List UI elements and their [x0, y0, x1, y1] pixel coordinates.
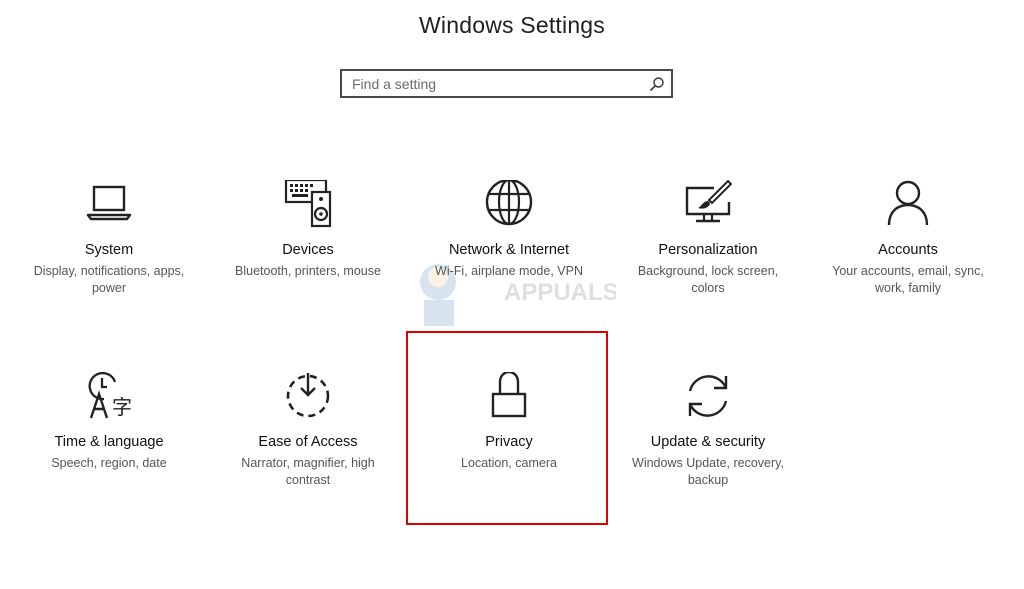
devices-icon	[284, 180, 332, 228]
tile-label: Devices	[282, 242, 334, 258]
tile-label: Personalization	[658, 242, 758, 258]
search-box[interactable]	[340, 69, 673, 98]
tile-description: Wi-Fi, airplane mode, VPN	[435, 264, 583, 278]
paintbrush-icon	[684, 180, 732, 228]
tile-description: Speech, region, date	[51, 456, 167, 470]
tile-label: Update & security	[650, 434, 766, 450]
tile-label: Privacy	[485, 434, 533, 450]
tile-label: Network & Internet	[448, 242, 570, 258]
tile-ease-of-access[interactable]: Ease of Access Narrator, magnifier, high…	[213, 372, 403, 522]
person-icon	[884, 180, 932, 228]
tile-label: Ease of Access	[258, 434, 358, 450]
ease-of-access-icon	[284, 372, 332, 420]
svg-text:字: 字	[112, 395, 132, 419]
tile-description: Location, camera	[461, 456, 557, 470]
tile-description: Windows Update, recovery, backup	[632, 456, 784, 487]
tile-time-language[interactable]: 字 Time & language Speech, region, date	[14, 372, 204, 522]
tile-privacy[interactable]: Privacy Location, camera	[414, 372, 604, 522]
tile-devices[interactable]: Devices Bluetooth, printers, mouse	[213, 180, 403, 330]
tile-personalization[interactable]: Personalization Background, lock screen,…	[613, 180, 803, 330]
tile-description: Background, lock screen, colors	[637, 264, 779, 295]
tile-description: Bluetooth, printers, mouse	[235, 264, 381, 278]
search-input[interactable]	[352, 74, 642, 93]
tile-label: Time & language	[54, 434, 164, 450]
globe-icon	[485, 180, 533, 228]
tile-accounts[interactable]: Accounts Your accounts, email, sync, wor…	[813, 180, 1003, 330]
tile-network-internet[interactable]: Network & Internet Wi-Fi, airplane mode,…	[414, 180, 604, 330]
laptop-icon	[85, 180, 133, 228]
page-title: Windows Settings	[419, 12, 605, 38]
tile-description: Narrator, magnifier, high contrast	[241, 456, 375, 487]
tile-description: Your accounts, email, sync, work, family	[832, 264, 984, 295]
lock-icon	[485, 372, 533, 420]
tile-label: Accounts	[878, 242, 938, 258]
tile-system[interactable]: System Display, notifications, apps, pow…	[14, 180, 204, 330]
tile-description: Display, notifications, apps, power	[33, 264, 185, 295]
sync-icon	[684, 372, 732, 420]
tile-update-security[interactable]: Update & security Windows Update, recove…	[613, 372, 803, 522]
tile-label: System	[84, 242, 134, 258]
search-icon[interactable]	[649, 76, 665, 92]
time-language-icon: 字	[85, 372, 133, 420]
